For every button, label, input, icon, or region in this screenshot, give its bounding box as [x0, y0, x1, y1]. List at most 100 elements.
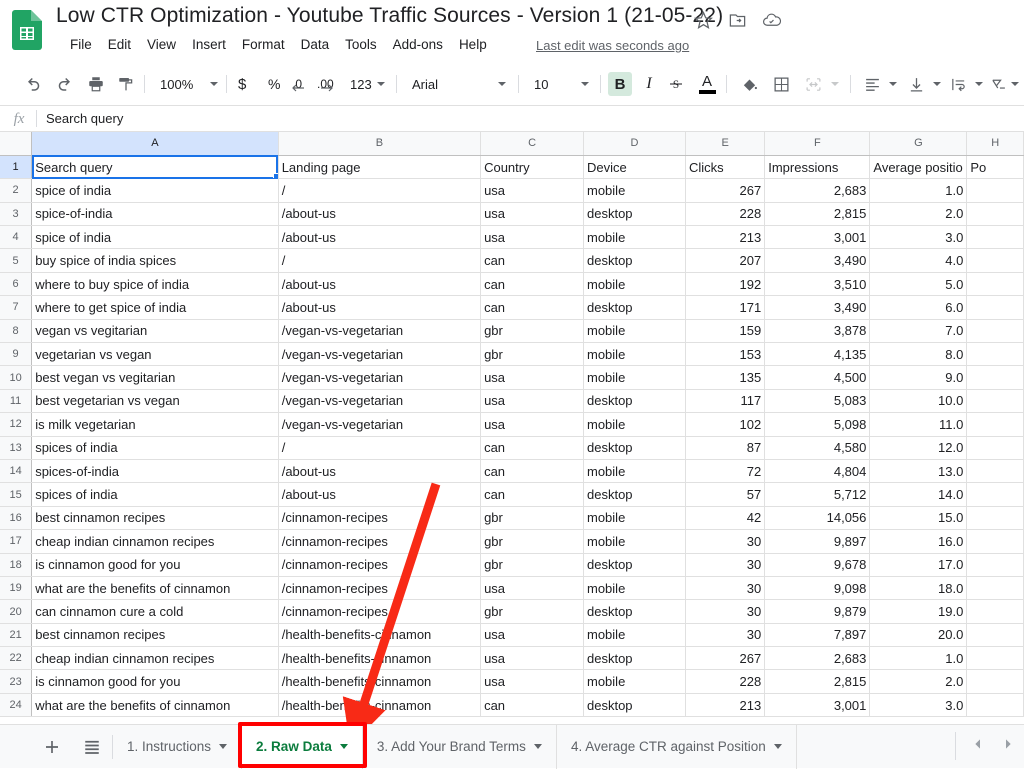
row-header-3[interactable]: 3 [0, 202, 33, 227]
cell-G8[interactable]: 7.0 [869, 319, 968, 344]
zoom-level[interactable]: 100% [160, 72, 193, 96]
column-header-h[interactable]: H [966, 132, 1024, 156]
cell-a1[interactable]: Search query [31, 155, 279, 180]
cell-H24[interactable] [966, 693, 1024, 718]
row-header-11[interactable]: 11 [0, 389, 33, 414]
star-icon[interactable] [688, 10, 718, 33]
cloud-saved-icon[interactable] [757, 11, 787, 33]
menu-file[interactable]: File [62, 37, 100, 52]
cell-C9[interactable]: gbr [480, 342, 584, 367]
font-chevron-down-icon[interactable] [495, 72, 509, 96]
strikethrough-button[interactable]: S [665, 72, 687, 96]
cell-B10[interactable]: /vegan-vs-vegetarian [278, 365, 482, 390]
row-header-17[interactable]: 17 [0, 529, 33, 554]
cell-B13[interactable]: / [278, 436, 482, 460]
cell-C23[interactable]: usa [480, 669, 584, 694]
cell-H16[interactable] [966, 506, 1024, 531]
cell-H17[interactable] [966, 529, 1024, 554]
cell-A18[interactable]: is cinnamon good for you [31, 553, 279, 577]
cell-G2[interactable]: 1.0 [869, 178, 968, 203]
cell-E7[interactable]: 171 [685, 295, 766, 320]
cell-B6[interactable]: /about-us [278, 272, 482, 297]
row-header-16[interactable]: 16 [0, 506, 33, 531]
cell-H7[interactable] [966, 295, 1024, 320]
cell-F6[interactable]: 3,510 [764, 272, 871, 297]
document-title[interactable]: Low CTR Optimization - Youtube Traffic S… [56, 4, 723, 28]
cell-D12[interactable]: mobile [583, 412, 687, 437]
cell-A20[interactable]: can cinnamon cure a cold [31, 599, 279, 624]
more-formats-button[interactable]: 123 [350, 72, 372, 96]
column-header-c[interactable]: C [480, 132, 584, 156]
menu-format[interactable]: Format [234, 37, 293, 52]
font-size-chevron-down-icon[interactable] [578, 72, 592, 96]
cell-C5[interactable]: can [480, 248, 584, 273]
cell-E23[interactable]: 228 [685, 669, 766, 694]
cell-H22[interactable] [966, 646, 1024, 671]
cell-d1[interactable]: Device [583, 155, 687, 180]
cell-H12[interactable] [966, 412, 1024, 437]
cell-B5[interactable]: / [278, 248, 482, 273]
cell-f1[interactable]: Impressions [764, 155, 871, 180]
text-color-button[interactable]: A [696, 72, 718, 96]
cell-C15[interactable]: can [480, 482, 584, 507]
cell-F14[interactable]: 4,804 [764, 459, 871, 484]
cell-F5[interactable]: 3,490 [764, 248, 871, 273]
cell-G10[interactable]: 9.0 [869, 365, 968, 390]
cell-F23[interactable]: 2,815 [764, 669, 871, 694]
menu-data[interactable]: Data [293, 37, 338, 52]
cell-D15[interactable]: desktop [583, 482, 687, 507]
paint-format-icon[interactable] [114, 72, 138, 96]
cell-E2[interactable]: 267 [685, 178, 766, 203]
cell-H10[interactable] [966, 365, 1024, 390]
sheet-tab-2-raw-data[interactable]: 2. Raw Data [242, 724, 363, 769]
cell-F10[interactable]: 4,500 [764, 365, 871, 390]
row-header-5[interactable]: 5 [0, 248, 33, 273]
next-sheet-icon[interactable] [1000, 736, 1016, 756]
cell-E15[interactable]: 57 [685, 482, 766, 507]
cell-G5[interactable]: 4.0 [869, 248, 968, 273]
cell-D16[interactable]: mobile [583, 506, 687, 531]
cell-D8[interactable]: mobile [583, 319, 687, 344]
cell-A12[interactable]: is milk vegetarian [31, 412, 279, 437]
cell-D20[interactable]: desktop [583, 599, 687, 624]
cell-E20[interactable]: 30 [685, 599, 766, 624]
cell-B20[interactable]: /cinnamon-recipes [278, 599, 482, 624]
cell-C4[interactable]: usa [480, 225, 584, 250]
cell-E13[interactable]: 87 [685, 436, 766, 460]
sheet-tab-chevron-down-icon[interactable] [339, 744, 348, 749]
cell-G22[interactable]: 1.0 [869, 646, 968, 671]
cell-F17[interactable]: 9,897 [764, 529, 871, 554]
cell-E10[interactable]: 135 [685, 365, 766, 390]
cell-C18[interactable]: gbr [480, 553, 584, 577]
cell-A4[interactable]: spice of india [31, 225, 279, 250]
cell-F11[interactable]: 5,083 [764, 389, 871, 414]
cell-B18[interactable]: /cinnamon-recipes [278, 553, 482, 577]
row-header-19[interactable]: 19 [0, 576, 33, 601]
cell-D3[interactable]: desktop [583, 202, 687, 227]
cell-G23[interactable]: 2.0 [869, 669, 968, 694]
cell-E11[interactable]: 117 [685, 389, 766, 414]
row-header-6[interactable]: 6 [0, 272, 33, 297]
cell-D10[interactable]: mobile [583, 365, 687, 390]
cell-F22[interactable]: 2,683 [764, 646, 871, 671]
cell-E6[interactable]: 192 [685, 272, 766, 297]
cell-D4[interactable]: mobile [583, 225, 687, 250]
cell-C22[interactable]: usa [480, 646, 584, 671]
last-edit-status[interactable]: Last edit was seconds ago [536, 38, 689, 53]
cell-G24[interactable]: 3.0 [869, 693, 968, 718]
cell-C16[interactable]: gbr [480, 506, 584, 531]
cell-E17[interactable]: 30 [685, 529, 766, 554]
cell-B2[interactable]: / [278, 178, 482, 203]
cell-C7[interactable]: can [480, 295, 584, 320]
cell-A8[interactable]: vegan vs vegitarian [31, 319, 279, 344]
text-wrap-icon[interactable] [948, 72, 968, 96]
column-header-g[interactable]: G [869, 132, 968, 156]
cell-B3[interactable]: /about-us [278, 202, 482, 227]
cell-H13[interactable] [966, 436, 1024, 460]
cell-A13[interactable]: spices of india [31, 436, 279, 460]
cell-h1[interactable]: Po [966, 155, 1024, 180]
cell-G16[interactable]: 15.0 [869, 506, 968, 531]
cell-B4[interactable]: /about-us [278, 225, 482, 250]
cell-F8[interactable]: 3,878 [764, 319, 871, 344]
cell-G15[interactable]: 14.0 [869, 482, 968, 507]
